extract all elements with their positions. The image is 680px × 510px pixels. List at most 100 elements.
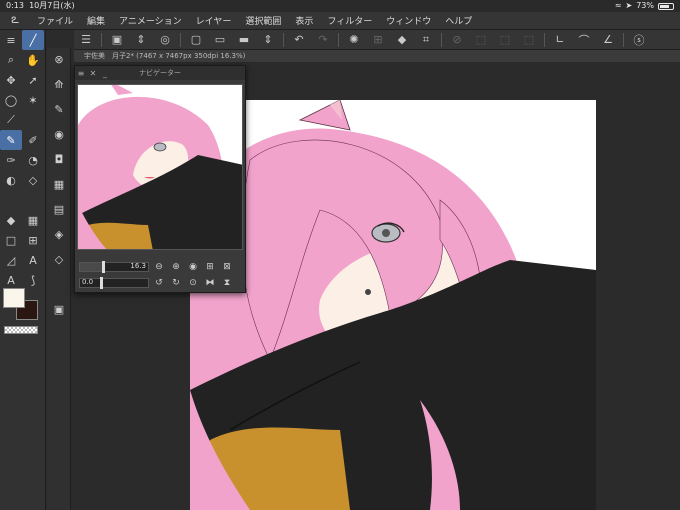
ios-status-bar: 0:13 10月7日(水) ≈ ➤ 73% [0,0,680,12]
navigator-preview[interactable] [77,84,243,250]
redo-icon[interactable]: ↷ [311,30,335,50]
invert-selection-icon[interactable]: ⬚ [517,30,541,50]
actual-size-icon[interactable]: ◉ [186,261,200,274]
color-wheel-icon[interactable]: ◘ [47,148,71,170]
menu-edit[interactable]: 編集 [80,14,112,27]
menu-help[interactable]: ヘルプ [438,14,479,27]
ruler-tool-icon[interactable]: ◿ [0,250,22,270]
brush-size-icon[interactable]: ◉ [47,123,71,145]
zoom-out-icon[interactable]: ⊖ [152,261,166,274]
divider [101,32,102,47]
reset-rotation-icon[interactable]: ⊙ [186,277,200,290]
hand-icon[interactable]: ✋ [22,50,44,70]
color-history-icon[interactable]: ▤ [47,198,71,220]
menu-filter[interactable]: フィルター [320,14,379,27]
save-options-icon[interactable]: ⇕ [256,30,280,50]
main-color-swatch[interactable] [3,288,25,308]
canvas[interactable] [190,100,596,510]
preview-icon[interactable]: ◎ [153,30,177,50]
clear-icon[interactable]: ⊘ [445,30,469,50]
rotate-left-icon[interactable]: ↺ [152,277,166,290]
new-canvas-icon[interactable]: ▣ [105,30,129,50]
flip-horizontal-icon[interactable]: ⧓ [203,277,217,290]
menu-file[interactable]: ファイル [30,14,80,27]
navigator-header: ≡ ✕ _ ナビゲーター [75,66,245,80]
magic-wand-icon[interactable]: ✶ [22,90,44,110]
fill-bucket-icon[interactable]: ◆ [0,210,22,230]
tool-palette: ≡ ╱ ⌕ ✋ ✥ ➚ ◯ ✶ ⟋ ✎ ✐ ✑ ◔ ◐ ◇ ◆ ▦ □ ⊞ ◿ [0,30,46,510]
layer-icon[interactable]: ◇ [47,248,71,270]
wifi-icon: ≈ [614,1,622,10]
artwork [190,100,596,510]
pencil-icon[interactable]: ✐ [22,130,44,150]
tool-property-icon[interactable]: ⟰ [47,73,71,95]
eraser-icon[interactable]: ◇ [22,170,44,190]
zoom-value: 16.3 [130,262,146,270]
sort-icon[interactable]: ⇕ [129,30,153,50]
blend-icon[interactable]: ◐ [0,170,22,190]
divider [338,32,339,47]
eyedropper-icon[interactable]: ⟋ [0,110,22,130]
navigator-icon[interactable]: ⊗ [47,48,71,70]
status-date: 10月7日(水) [29,1,75,10]
brush-stroke-icon[interactable]: ⌒ [572,30,596,50]
hamburger-menu-icon[interactable]: ☰ [74,30,98,50]
crop-icon[interactable]: ⌗ [414,30,438,50]
deselect-icon[interactable]: ⬚ [493,30,517,50]
flip-vertical-icon[interactable]: ⧗ [220,277,234,290]
save-icon[interactable]: ▬ [232,30,256,50]
zoom-in-icon[interactable]: ⊕ [169,261,183,274]
menu-layer[interactable]: レイヤー [189,14,239,27]
rotation-slider[interactable]: 0.0 [79,277,149,289]
fit-screen-icon[interactable]: ⊞ [203,261,217,274]
text-icon[interactable]: A [22,250,44,270]
menu-selection[interactable]: 選択範囲 [238,14,288,27]
fill-icon[interactable]: ◆ [390,30,414,50]
battery-percent: 73% [636,1,654,10]
divider [544,32,545,47]
palette-strip: ⊗ ⟰ ✎ ◉ ◘ ▦ ▤ ◈ ◇ ▣ [47,48,71,510]
frame-icon[interactable]: ⊞ [22,230,44,250]
pen-icon[interactable]: ✎ [0,130,22,150]
menu-animation[interactable]: アニメーション [112,14,189,27]
rotate-right-icon[interactable]: ↻ [169,277,183,290]
busy-spinner-icon: ✺ [349,33,359,46]
open-folder-icon[interactable]: ▭ [208,30,232,50]
menu-window[interactable]: ウィンドウ [379,14,438,27]
fit-navigator-icon[interactable]: ⊠ [220,261,234,274]
object-select-icon[interactable]: ➚ [22,70,44,90]
ruler-icon[interactable]: ∟ [548,30,572,50]
lasso-icon[interactable]: ◯ [0,90,22,110]
select-all-icon[interactable]: ⬚ [469,30,493,50]
new-file-icon[interactable]: ▢ [184,30,208,50]
correct-line-icon[interactable]: ⟆ [22,270,44,290]
document-title: 宇佐美 月子2* (7467 x 7467px 350dpi 16.3%) [84,52,246,60]
active-brush-icon[interactable]: ╱ [22,30,44,50]
pen-stroke-icon[interactable]: ∠ [596,30,620,50]
transform-icon[interactable]: ⊞ [366,30,390,50]
figure-icon[interactable]: □ [0,230,22,250]
brush-icon[interactable]: ✑ [0,150,22,170]
companion-mode-icon[interactable]: ⓢ [627,30,651,50]
undo-icon[interactable]: ↶ [287,30,311,50]
sub-tool-icon[interactable]: ✎ [47,98,71,120]
material-icon[interactable]: ▣ [47,298,71,320]
zoom-icon[interactable]: ⌕ [0,50,22,70]
navigator-palette: ≡ ✕ _ ナビゲーター 16.3 ⊖ ⊕ ◉ ⊞ ⊠ 0.0 ↺ ↻ ⊙ ⧓ … [74,65,246,293]
color-set-icon[interactable]: ▦ [47,173,71,195]
blank-slot [22,110,44,130]
transparent-color-swatch[interactable] [4,326,38,334]
layer-property-icon[interactable]: ◈ [47,223,71,245]
airbrush-icon[interactable]: ◔ [22,150,44,170]
app-logo-icon[interactable]: ఽ [0,12,30,30]
blank-slot [0,190,22,210]
divider [441,32,442,47]
balloon-icon[interactable]: A [0,270,22,290]
document-tab[interactable]: 宇佐美 月子2* (7467 x 7467px 350dpi 16.3%) [74,50,680,62]
zoom-slider[interactable]: 16.3 [79,261,149,273]
menu-bar: ఽ ファイル 編集 アニメーション レイヤー 選択範囲 表示 フィルター ウィン… [0,12,680,30]
palette-menu-icon[interactable]: ≡ [0,30,22,50]
move-icon[interactable]: ✥ [0,70,22,90]
gradient-icon[interactable]: ▦ [22,210,44,230]
menu-view[interactable]: 表示 [288,14,320,27]
